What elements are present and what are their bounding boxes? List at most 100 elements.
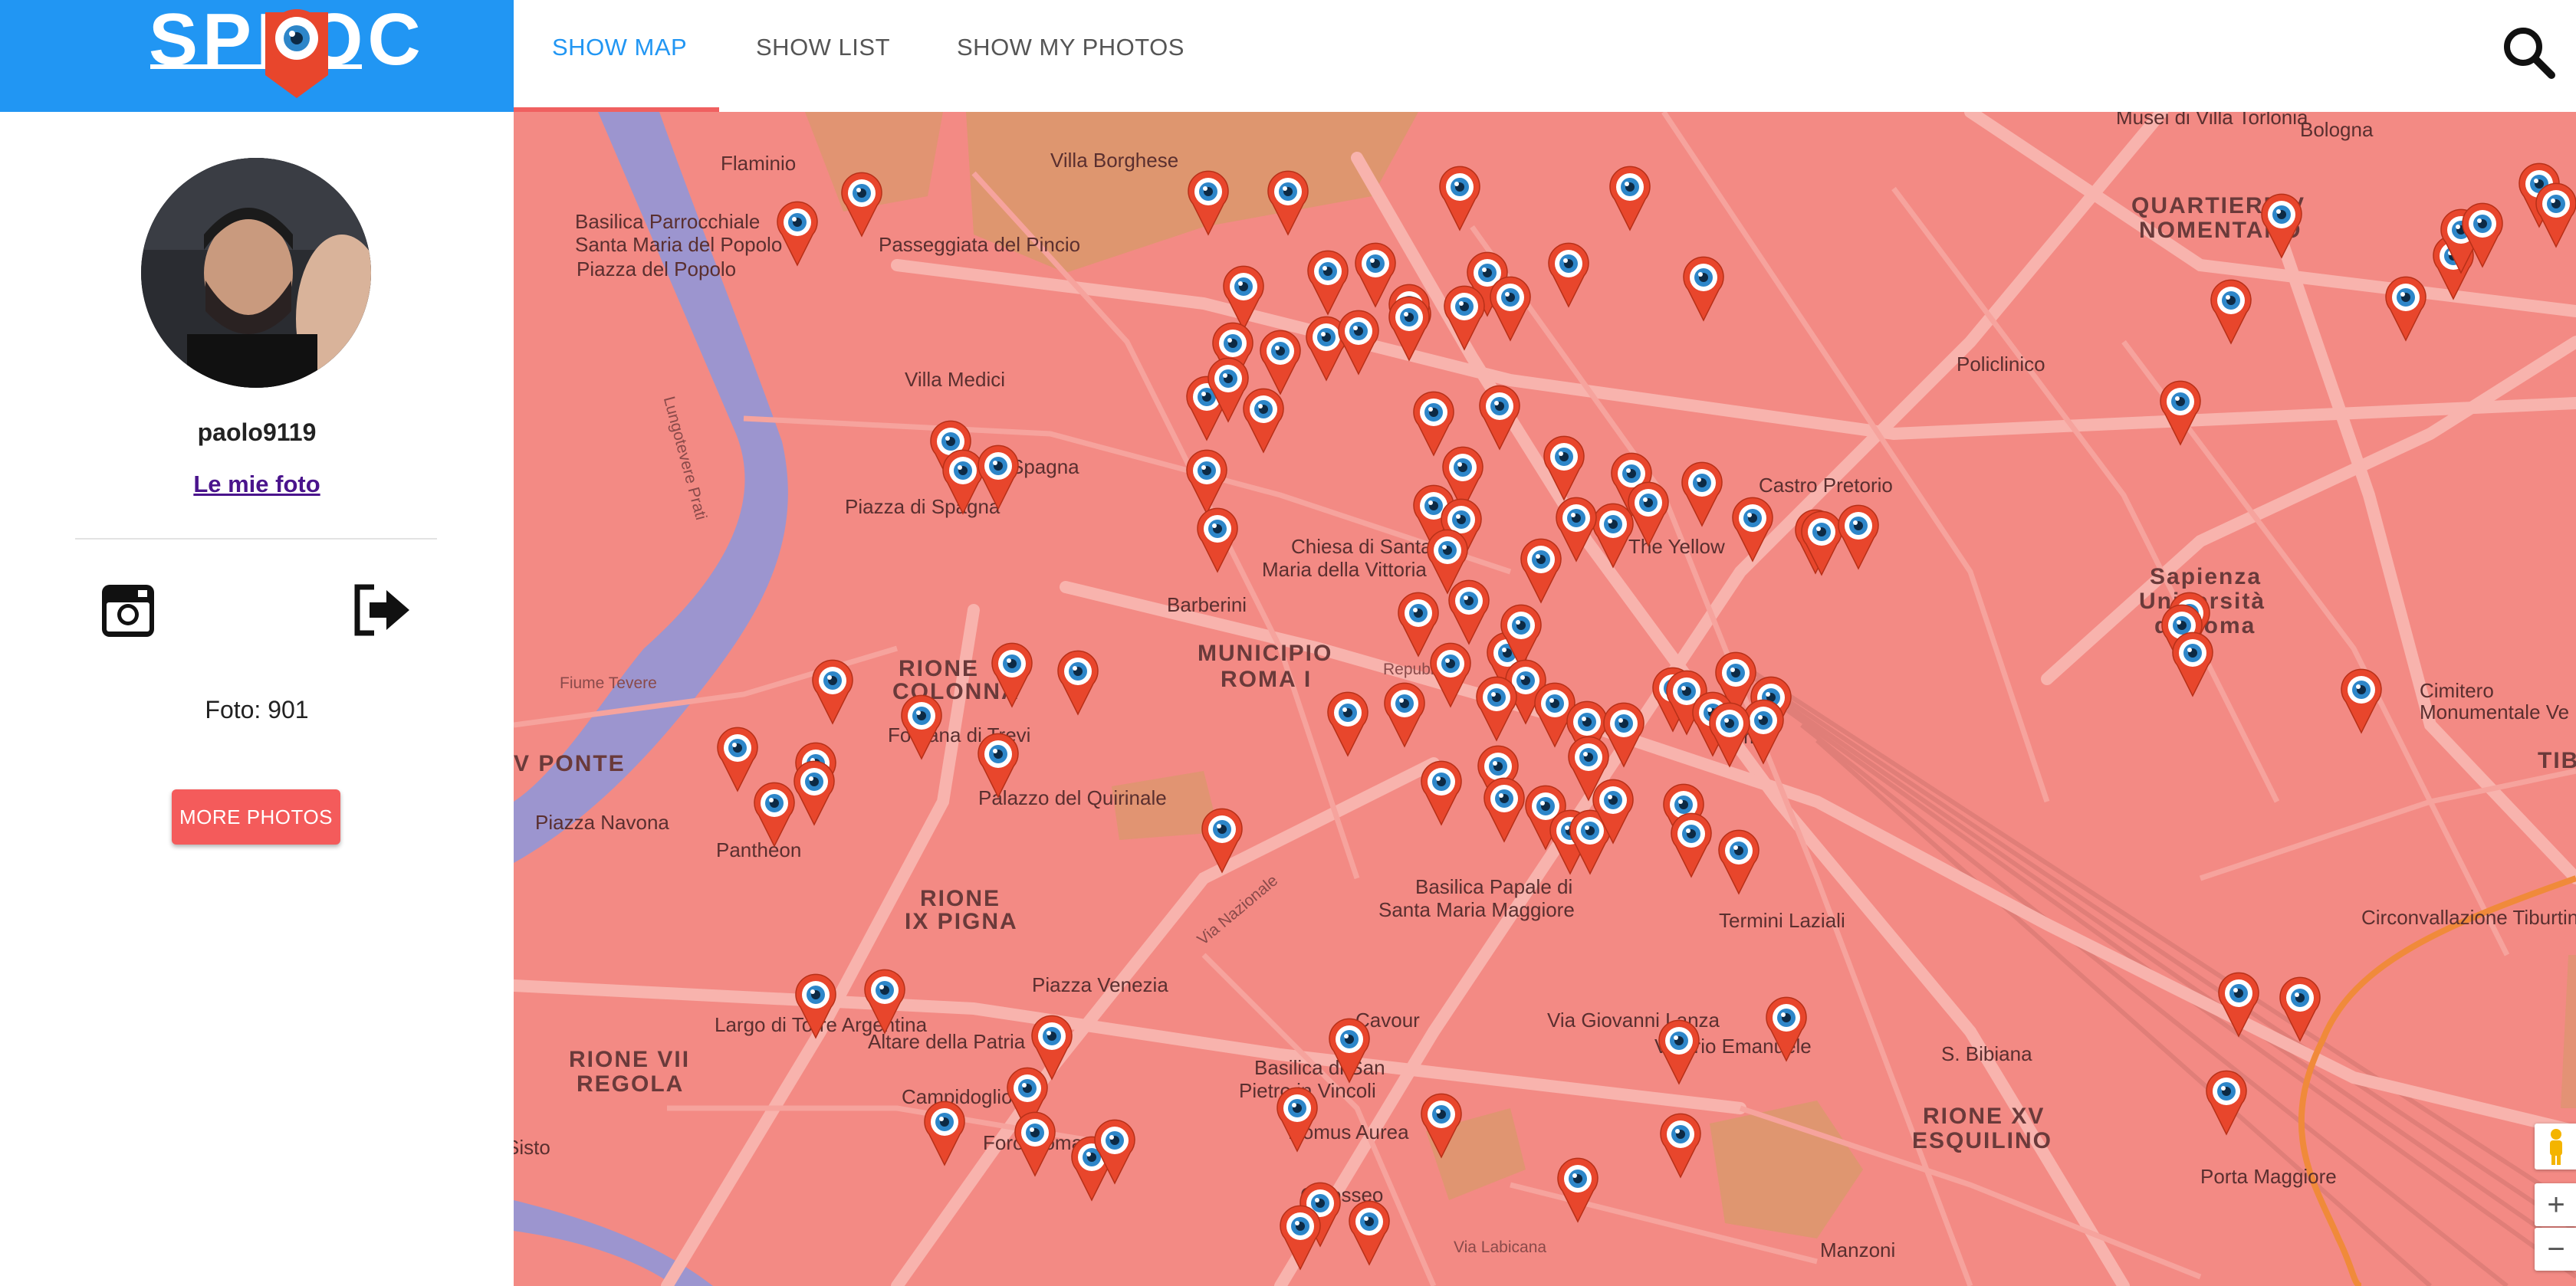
- eye-pin-icon[interactable]: [1658, 1019, 1700, 1085]
- map-label: Piazza Navona: [535, 811, 669, 834]
- eye-pin-icon[interactable]: [1259, 330, 1302, 395]
- eye-pin-icon[interactable]: [1670, 812, 1713, 878]
- eye-pin-icon[interactable]: [1837, 504, 1880, 570]
- my-photos-link[interactable]: Le mie foto: [0, 471, 514, 498]
- map-label: TIB: [2538, 748, 2576, 773]
- zoom-in-button[interactable]: +: [2535, 1183, 2576, 1226]
- eye-pin-icon[interactable]: [863, 969, 906, 1035]
- eye-pin-icon[interactable]: [1279, 1205, 1322, 1271]
- eye-pin-icon[interactable]: [753, 782, 796, 848]
- eye-pin-icon[interactable]: [1328, 1018, 1371, 1084]
- instagram-icon[interactable]: [100, 582, 156, 639]
- eye-pin-icon[interactable]: [1438, 166, 1481, 231]
- eye-pin-icon[interactable]: [1543, 435, 1585, 501]
- map-label: Passeggiata del Pincio: [879, 233, 1081, 256]
- map[interactable]: Villa Borghese Flaminio Basilica Parrocc…: [514, 112, 2576, 1286]
- map-label: Villa Borghese: [1050, 149, 1179, 172]
- eye-pin-icon[interactable]: [900, 694, 943, 760]
- eye-pin-icon[interactable]: [1337, 310, 1380, 376]
- eye-pin-icon[interactable]: [811, 659, 854, 725]
- eye-pin-icon[interactable]: [1185, 449, 1228, 515]
- eye-pin-icon[interactable]: [1267, 170, 1309, 236]
- eye-pin-icon[interactable]: [1478, 385, 1521, 451]
- eye-pin-icon[interactable]: [1276, 1087, 1319, 1153]
- eye-pin-icon[interactable]: [1555, 497, 1598, 563]
- search-icon[interactable]: [2499, 23, 2558, 81]
- eye-pin-icon[interactable]: [1348, 1200, 1391, 1266]
- eye-pin-icon[interactable]: [1608, 166, 1651, 231]
- map-label: Piazza Venezia: [1032, 973, 1168, 996]
- eye-pin-icon[interactable]: [1659, 1113, 1702, 1179]
- eye-pin-icon[interactable]: [1420, 760, 1463, 826]
- map-label: RIONE: [920, 886, 1001, 911]
- pegman-icon[interactable]: [2535, 1124, 2576, 1170]
- logout-icon[interactable]: [354, 584, 412, 636]
- zoom-out-button[interactable]: −: [2535, 1228, 2576, 1271]
- eye-pin-icon[interactable]: [2159, 380, 2202, 446]
- eye-pin-icon[interactable]: [1592, 779, 1635, 845]
- eye-pin-icon[interactable]: [1556, 1157, 1599, 1223]
- eye-pin-icon[interactable]: [1489, 276, 1532, 342]
- eye-pin-icon[interactable]: [2461, 202, 2504, 268]
- eye-pin-icon[interactable]: [1475, 676, 1518, 742]
- eye-pin-icon[interactable]: [1681, 461, 1723, 527]
- eye-pin-icon[interactable]: [1420, 1093, 1463, 1159]
- eye-pin-icon[interactable]: [1731, 497, 1774, 563]
- eye-pin-icon[interactable]: [1429, 642, 1472, 708]
- eye-pin-icon[interactable]: [923, 1101, 966, 1166]
- map-label: Santa Maria Maggiore: [1378, 898, 1575, 921]
- eye-pin-icon[interactable]: [1447, 579, 1490, 645]
- tab-show-my-photos[interactable]: SHOW MY PHOTOS: [957, 34, 1184, 61]
- eye-pin-icon[interactable]: [793, 760, 836, 826]
- eye-pin-icon[interactable]: [1093, 1119, 1136, 1185]
- eye-pin-icon[interactable]: [1196, 507, 1239, 573]
- eye-pin-icon[interactable]: [2205, 1070, 2248, 1136]
- eye-pin-icon[interactable]: [1765, 996, 1808, 1062]
- eye-pin-icon[interactable]: [977, 445, 1020, 510]
- eye-pin-icon[interactable]: [1627, 481, 1670, 547]
- eye-pin-icon[interactable]: [1242, 388, 1285, 454]
- eye-pin-icon[interactable]: [1388, 296, 1431, 362]
- map-label: Termini Laziali: [1719, 909, 1845, 932]
- eye-pin-icon[interactable]: [2535, 182, 2576, 248]
- tab-show-map[interactable]: SHOW MAP: [552, 34, 687, 61]
- map-label: Piazza del Popolo: [577, 258, 737, 280]
- map-label: S. Bibiana: [1941, 1042, 2032, 1065]
- eye-pin-icon[interactable]: [2279, 976, 2321, 1042]
- eye-pin-icon[interactable]: [2210, 279, 2252, 345]
- tab-show-list[interactable]: SHOW LIST: [756, 34, 890, 61]
- eye-pin-icon[interactable]: [1306, 250, 1349, 316]
- eye-pin-icon[interactable]: [2384, 276, 2427, 342]
- eye-pin-icon[interactable]: [1717, 829, 1760, 895]
- eye-pin-icon[interactable]: [1547, 242, 1590, 308]
- map-label: MUNICIPIO: [1198, 641, 1333, 666]
- eye-pin-icon[interactable]: [1483, 777, 1526, 843]
- map-label: Barberini: [1167, 593, 1247, 616]
- more-photos-button[interactable]: MORE PHOTOS: [172, 789, 340, 845]
- eye-pin-icon[interactable]: [1187, 170, 1230, 236]
- eye-pin-icon[interactable]: [1443, 285, 1486, 351]
- eye-pin-icon[interactable]: [2217, 972, 2260, 1038]
- eye-pin-icon[interactable]: [1326, 691, 1369, 757]
- eye-pin-icon[interactable]: [776, 201, 819, 267]
- map-label: Musei di Villa Torlonia: [2116, 112, 2308, 129]
- eye-pin-icon[interactable]: [991, 642, 1033, 708]
- eye-pin-icon[interactable]: [2171, 632, 2214, 697]
- eye-pin-icon[interactable]: [2340, 668, 2383, 734]
- eye-pin-icon[interactable]: [840, 172, 883, 238]
- map-label: Manzoni: [1820, 1238, 1896, 1261]
- eye-pin-icon[interactable]: [1014, 1111, 1056, 1177]
- eye-pin-icon[interactable]: [1056, 650, 1099, 716]
- avatar[interactable]: [141, 158, 371, 388]
- eye-pin-icon[interactable]: [1383, 682, 1426, 748]
- eye-pin-icon[interactable]: [1201, 808, 1244, 874]
- map-label: Flaminio: [721, 152, 797, 175]
- top-nav: SHOW MAP SHOW LIST SHOW MY PHOTOS: [514, 0, 2576, 113]
- map-label: ESQUILINO: [1912, 1128, 2053, 1153]
- eye-pin-icon[interactable]: [1708, 702, 1751, 768]
- map-label: Fiume Tevere: [560, 674, 657, 692]
- eye-pin-icon[interactable]: [794, 973, 837, 1039]
- eye-pin-icon[interactable]: [2260, 193, 2303, 259]
- eye-pin-icon[interactable]: [977, 733, 1020, 799]
- eye-pin-icon[interactable]: [1682, 256, 1725, 322]
